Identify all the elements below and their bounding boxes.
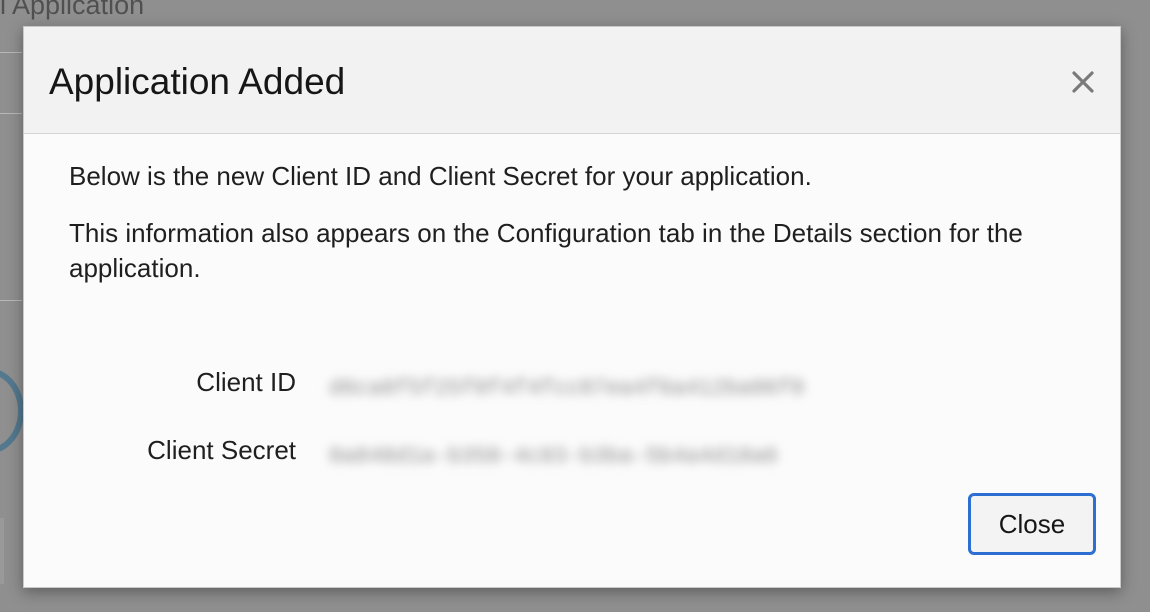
background-divider [0, 52, 22, 53]
background-divider [0, 113, 22, 114]
dialog-title: Application Added [49, 61, 346, 102]
close-icon [1072, 71, 1094, 93]
client-secret-label: Client Secret [147, 435, 296, 465]
background-control [0, 518, 4, 584]
intro-text: Below is the new Client ID and Client Se… [69, 161, 812, 191]
client-secret-value[interactable]: 0a848d1a-b358-4c83-b3ba-5b4a4d18a6 [329, 439, 778, 474]
close-dialog-button[interactable] [1068, 67, 1098, 97]
client-id-value[interactable]: d6ca8f5f25f0f4f4fcc07ea4f6a412ba06f0 [329, 371, 804, 406]
dialog-header: Application Added [24, 27, 1120, 134]
dialog-body: Below is the new Client ID and Client Se… [69, 159, 1080, 469]
client-secret-row: Client Secret 0a848d1a-b358-4c83-b3ba-5b… [69, 433, 1080, 473]
close-button[interactable]: Close [968, 493, 1096, 555]
client-id-row: Client ID d6ca8f5f25f0f4f4fcc07ea4f6a412… [69, 365, 1080, 405]
background-divider [0, 300, 22, 301]
application-added-dialog: Application Added Below is the new Clien… [23, 26, 1121, 588]
client-id-label: Client ID [196, 367, 296, 397]
background-page-title: l Application [0, 0, 145, 20]
note-text: This information also appears on the Con… [69, 218, 1023, 283]
